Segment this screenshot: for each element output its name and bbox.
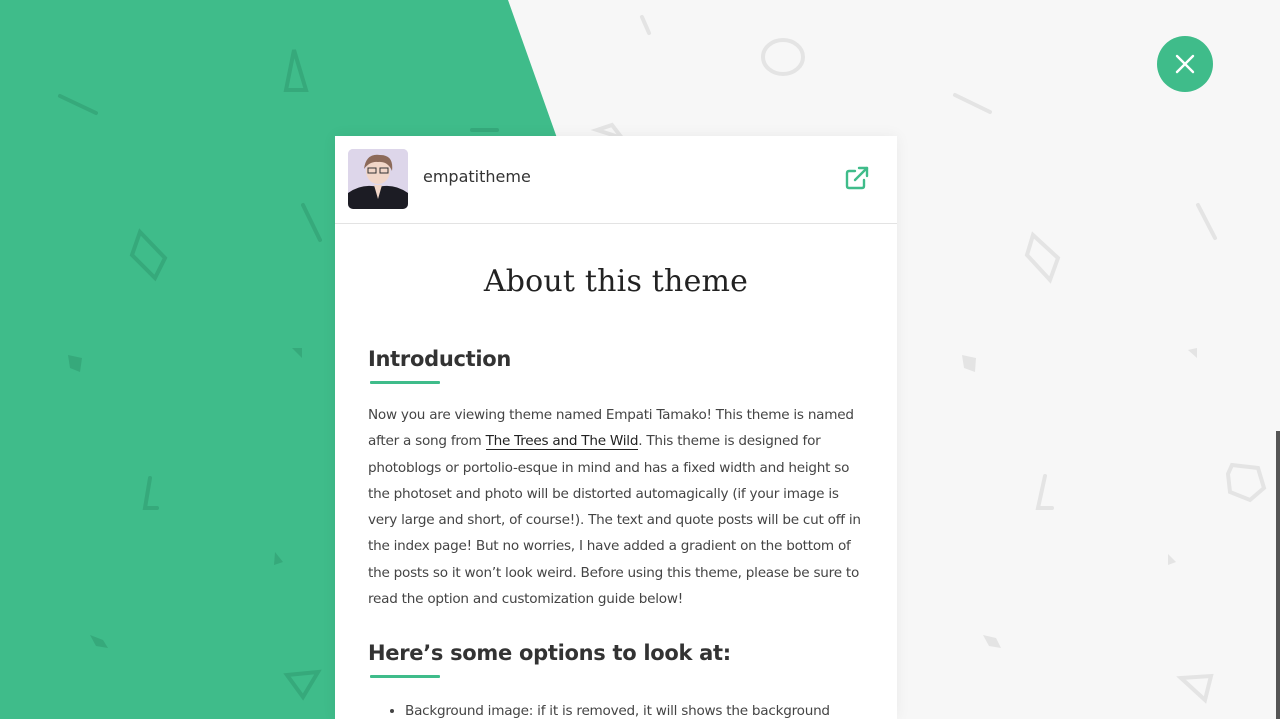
external-link-icon[interactable] xyxy=(844,165,870,191)
list-item: Background image: if it is removed, it w… xyxy=(405,698,864,719)
page-title: About this theme xyxy=(483,264,749,299)
card-header: empatitheme xyxy=(335,136,897,224)
close-button[interactable] xyxy=(1157,36,1213,92)
avatar[interactable] xyxy=(348,149,408,209)
card-body: About this theme Introduction Now you ar… xyxy=(335,264,897,719)
close-icon xyxy=(1175,54,1195,74)
about-card: empatitheme About this theme Introductio… xyxy=(335,136,897,719)
page-scrollbar[interactable] xyxy=(1276,431,1280,719)
options-list: Background image: if it is removed, it w… xyxy=(368,698,864,719)
heading-underline xyxy=(370,675,440,679)
blog-username[interactable]: empatitheme xyxy=(423,167,531,186)
section-heading-options: Here’s some options to look at: xyxy=(368,641,731,666)
song-link[interactable]: The Trees and The Wild xyxy=(485,433,638,451)
heading-underline xyxy=(370,381,440,384)
section-heading-introduction: Introduction xyxy=(368,347,512,371)
intro-paragraph: Now you are viewing theme named Empati T… xyxy=(368,402,864,612)
intro-text-end: . This theme is designed for photoblogs … xyxy=(368,433,861,608)
avatar-photo xyxy=(348,149,408,209)
